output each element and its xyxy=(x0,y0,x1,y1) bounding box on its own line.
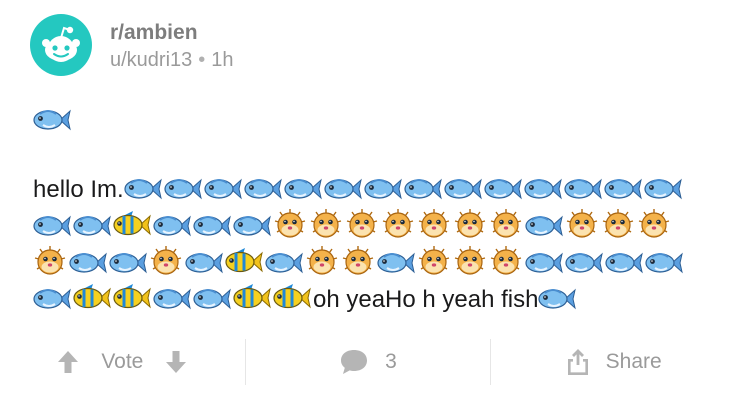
post-card: r/ambien u/kudri13 • 1h hello Im. oh yeaHo … xyxy=(0,0,736,414)
post-meta: u/kudri13 • 1h xyxy=(110,49,234,72)
blowfish-emoji xyxy=(417,208,451,240)
fish-emoji xyxy=(377,249,415,277)
blowfish-emoji xyxy=(149,245,183,277)
fish-emoji xyxy=(604,175,642,203)
fish-emoji xyxy=(193,212,231,240)
blowfish-emoji xyxy=(33,245,67,277)
fish-emoji xyxy=(153,212,191,240)
blowfish-emoji xyxy=(309,208,343,240)
blowfish-emoji xyxy=(489,208,523,240)
blowfish-emoji xyxy=(601,208,635,240)
fish-emoji xyxy=(69,249,107,277)
vote-group: Vote xyxy=(0,336,245,388)
blowfish-emoji xyxy=(341,245,375,277)
fish-emoji xyxy=(564,175,602,203)
fish-emoji xyxy=(153,285,191,313)
fish-emoji xyxy=(33,212,71,240)
subreddit-avatar[interactable] xyxy=(30,14,92,76)
share-label: Share xyxy=(605,350,662,373)
post-action-bar: Vote 3 Share xyxy=(0,336,736,388)
fish-emoji xyxy=(484,175,522,203)
fish-emoji xyxy=(444,175,482,203)
lead-fish-emoji xyxy=(33,106,73,134)
blowfish-emoji xyxy=(381,208,415,240)
fish-emoji xyxy=(233,212,271,240)
comment-icon xyxy=(339,348,369,376)
fish-emoji xyxy=(73,212,111,240)
comment-count: 3 xyxy=(385,350,397,373)
fish-emoji xyxy=(244,175,282,203)
blowfish-emoji xyxy=(637,208,671,240)
tropical-fish-emoji xyxy=(113,210,151,240)
fish-emoji xyxy=(33,285,71,313)
fish-emoji xyxy=(109,249,147,277)
fish-emoji xyxy=(525,249,563,277)
blowfish-emoji xyxy=(345,208,379,240)
fish-emoji xyxy=(565,249,603,277)
fish-emoji xyxy=(645,249,683,277)
author-name[interactable]: u/kudri13 xyxy=(110,49,192,71)
fish-emoji xyxy=(364,175,402,203)
fish-emoji xyxy=(644,175,682,203)
blowfish-emoji xyxy=(453,208,487,240)
fish-emoji xyxy=(185,249,223,277)
fish-emoji xyxy=(284,175,322,203)
fish-emoji xyxy=(164,175,202,203)
blowfish-emoji xyxy=(417,245,451,277)
post-age: 1h xyxy=(211,49,234,71)
tropical-fish-emoji xyxy=(113,283,151,313)
tropical-fish-emoji xyxy=(273,283,311,313)
meta-separator: • xyxy=(198,49,206,71)
fish-emoji xyxy=(265,249,303,277)
fish-emoji xyxy=(524,175,562,203)
fish-emoji xyxy=(124,175,162,203)
post-body-suffix: oh yeaHo h yeah fish xyxy=(313,286,539,313)
fish-emoji xyxy=(193,285,231,313)
fish-emoji xyxy=(204,175,242,203)
post-body-prefix: hello Im. xyxy=(33,176,124,203)
blowfish-emoji xyxy=(453,245,487,277)
blowfish-emoji xyxy=(305,245,339,277)
tropical-fish-emoji xyxy=(225,247,263,277)
fish-emoji xyxy=(33,106,71,134)
upvote-icon[interactable] xyxy=(57,350,79,374)
blowfish-emoji xyxy=(273,208,307,240)
subreddit-name[interactable]: r/ambien xyxy=(110,21,198,45)
fish-emoji xyxy=(404,175,442,203)
comments-button[interactable]: 3 xyxy=(246,336,491,388)
share-icon xyxy=(566,348,590,376)
downvote-icon[interactable] xyxy=(165,350,187,374)
fish-emoji xyxy=(324,175,362,203)
blowfish-emoji xyxy=(489,245,523,277)
fish-emoji xyxy=(605,249,643,277)
fish-emoji xyxy=(525,212,563,240)
fish-emoji xyxy=(538,285,577,313)
tropical-fish-emoji xyxy=(73,283,111,313)
tropical-fish-emoji xyxy=(233,283,271,313)
post-body: hello Im. oh yeaHo h yeah fish xyxy=(33,172,703,318)
blowfish-emoji xyxy=(565,208,599,240)
vote-label: Vote xyxy=(101,350,144,373)
reddit-snoo-icon xyxy=(42,26,80,62)
share-button[interactable]: Share xyxy=(491,336,736,388)
